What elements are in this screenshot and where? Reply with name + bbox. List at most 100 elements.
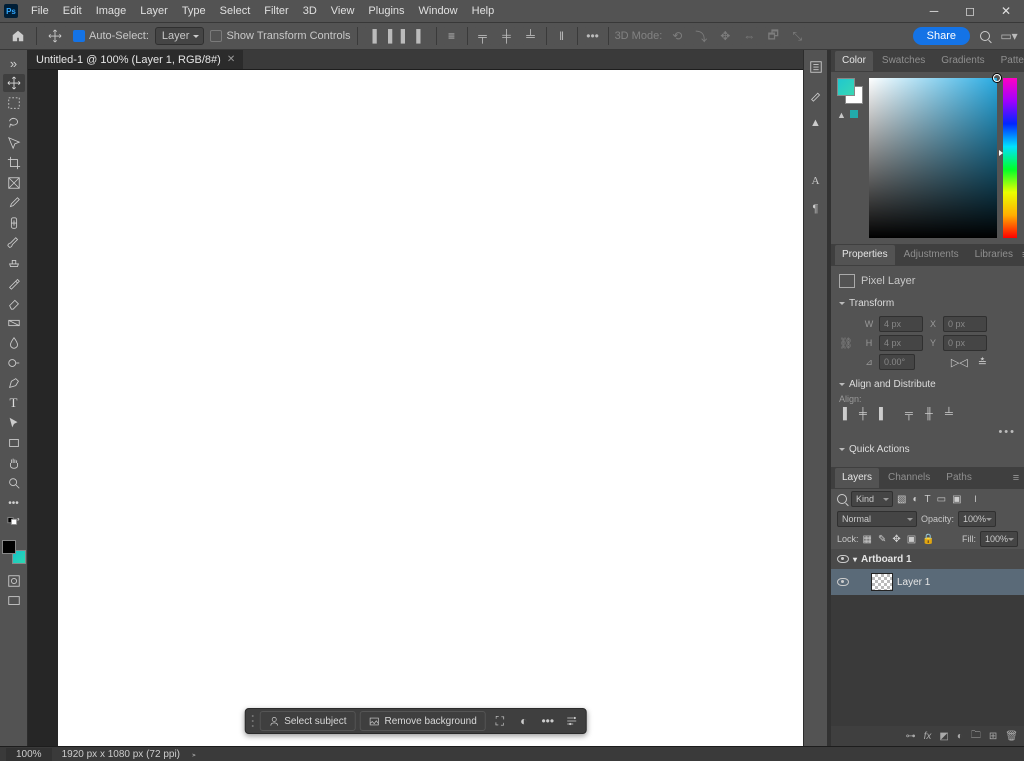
align-right-icon[interactable]: ▌	[412, 27, 430, 45]
eyedropper-tool[interactable]	[3, 194, 25, 212]
align-left-icon[interactable]: ▐	[839, 408, 853, 422]
filter-toggle-icon[interactable]: ⏽	[972, 494, 980, 505]
align-right-icon[interactable]: ▌	[879, 408, 893, 422]
new-layer-icon[interactable]: ⊞	[989, 731, 997, 742]
link-wh-icon[interactable]: ⛓	[839, 337, 853, 350]
align-hcenter-icon[interactable]: ╪	[859, 408, 873, 422]
gamut-warning-icon[interactable]: ▲	[837, 110, 846, 120]
auto-select-checkbox[interactable]	[73, 30, 85, 42]
layer-thumbnail[interactable]	[871, 573, 893, 591]
menu-window[interactable]: Window	[412, 0, 465, 22]
drag-handle-icon[interactable]	[249, 712, 255, 730]
menu-select[interactable]: Select	[213, 0, 258, 22]
flip-vertical-icon[interactable]: ≛	[978, 356, 987, 369]
auto-select-target-dropdown[interactable]: Layer	[155, 27, 205, 45]
tab-gradients[interactable]: Gradients	[934, 51, 991, 71]
new-group-icon[interactable]: 🗀	[971, 728, 981, 745]
mini-color-wells[interactable]: ▲	[837, 78, 863, 118]
document-info[interactable]: 1920 px x 1080 px (72 ppi)	[62, 749, 180, 760]
menu-image[interactable]: Image	[89, 0, 134, 22]
zoom-level-input[interactable]: 100%	[6, 748, 52, 761]
pen-tool[interactable]	[3, 374, 25, 392]
hue-slider[interactable]	[1003, 78, 1017, 238]
distribute-icon[interactable]: ≡	[443, 27, 461, 45]
home-button[interactable]	[6, 26, 30, 46]
more-icon[interactable]: •••	[538, 711, 558, 731]
align-bottom-icon[interactable]: ╧	[945, 408, 959, 422]
crop-tool[interactable]	[3, 154, 25, 172]
show-transform-checkbox[interactable]	[210, 30, 222, 42]
healing-tool[interactable]	[3, 214, 25, 232]
color-field-handle[interactable]	[993, 74, 1001, 82]
marquee-tool[interactable]	[3, 94, 25, 112]
minimize-button[interactable]: ─	[916, 0, 952, 22]
select-subject-button[interactable]: Select subject	[259, 711, 355, 731]
align-center-h-icon[interactable]: ▌▐	[388, 27, 406, 45]
mini-foreground-color[interactable]	[837, 78, 855, 96]
blur-tool[interactable]	[3, 334, 25, 352]
hue-slider-handle[interactable]	[999, 150, 1003, 156]
menu-edit[interactable]: Edit	[56, 0, 89, 22]
lock-position-icon[interactable]: ✥	[892, 534, 900, 545]
tab-libraries[interactable]: Libraries	[968, 245, 1020, 265]
lock-pixels-icon[interactable]: ✎	[878, 534, 886, 545]
tool-preset-picker[interactable]	[43, 26, 67, 46]
more-align-options-icon[interactable]: •••	[839, 426, 1016, 438]
clone-stamp-tool[interactable]	[3, 254, 25, 272]
layer-effects-icon[interactable]: fx	[924, 731, 932, 742]
web-color-icon[interactable]	[850, 110, 858, 118]
color-wells[interactable]	[2, 540, 26, 564]
paragraph-panel-icon[interactable]: ¶	[807, 200, 825, 218]
type-tool[interactable]: T	[3, 394, 25, 412]
quick-select-tool[interactable]	[3, 134, 25, 152]
flip-horizontal-icon[interactable]: ▷◁	[951, 356, 968, 369]
artboard-row[interactable]: ▾ Artboard 1	[831, 549, 1024, 569]
document-tab[interactable]: Untitled-1 @ 100% (Layer 1, RGB/8#) ✕	[28, 50, 243, 69]
opacity-input[interactable]: 100%	[958, 511, 996, 527]
hand-tool[interactable]	[3, 454, 25, 472]
frame-tool[interactable]	[3, 174, 25, 192]
menu-plugins[interactable]: Plugins	[361, 0, 411, 22]
layer-tree[interactable]: ▾ Artboard 1 Layer 1	[831, 549, 1024, 726]
close-button[interactable]: ✕	[988, 0, 1024, 22]
maximize-button[interactable]: ◻	[952, 0, 988, 22]
align-section-header[interactable]: Align and Distribute	[839, 373, 1016, 394]
transform-icon[interactable]: ⛶	[490, 711, 510, 731]
screenmode-icon[interactable]	[3, 592, 25, 610]
gamut-warning-icon[interactable]: ▲	[807, 114, 825, 132]
remove-background-button[interactable]: Remove background	[359, 711, 485, 731]
x-input[interactable]: 0 px	[943, 316, 987, 332]
brushes-panel-icon[interactable]	[807, 86, 825, 104]
width-input[interactable]: 4 px	[879, 316, 923, 332]
distribute-v-icon[interactable]: ‖	[553, 27, 571, 45]
align-vcenter-icon[interactable]: ╫	[925, 408, 939, 422]
align-left-icon[interactable]: ▐	[364, 27, 382, 45]
align-bottom-icon[interactable]: ╧	[522, 27, 540, 45]
layer-mask-icon[interactable]: ◩	[939, 731, 948, 742]
share-button[interactable]: Share	[913, 27, 970, 45]
zoom-tool[interactable]	[3, 474, 25, 492]
visibility-icon[interactable]	[837, 555, 849, 563]
tab-channels[interactable]: Channels	[881, 468, 937, 488]
foreground-color[interactable]	[2, 540, 16, 554]
quickmask-icon[interactable]	[3, 572, 25, 590]
lock-all-icon[interactable]: 🔒	[922, 534, 934, 545]
search-icon[interactable]	[976, 27, 994, 45]
dodge-tool[interactable]	[3, 354, 25, 372]
filter-shape-icon[interactable]: ▭	[937, 494, 946, 505]
lock-artboard-icon[interactable]: ▣	[907, 534, 916, 545]
filter-smart-icon[interactable]: ▣	[952, 494, 961, 505]
tab-paths[interactable]: Paths	[939, 468, 979, 488]
rotation-input[interactable]: 0.00°	[879, 354, 915, 370]
canvas-viewport[interactable]: Select subject Remove background ⛶ ◐ •••	[28, 70, 803, 746]
height-input[interactable]: 4 px	[879, 335, 923, 351]
tab-properties[interactable]: Properties	[835, 245, 895, 265]
history-panel-icon[interactable]	[807, 58, 825, 76]
quick-actions-section-header[interactable]: Quick Actions	[839, 438, 1016, 459]
lasso-tool[interactable]	[3, 114, 25, 132]
more-options-icon[interactable]: •••	[584, 27, 602, 45]
lock-transparency-icon[interactable]: ▦	[863, 534, 872, 545]
align-middle-v-icon[interactable]: ╪	[498, 27, 516, 45]
tab-layers[interactable]: Layers	[835, 468, 879, 488]
panel-menu-icon[interactable]: ≡	[1008, 472, 1024, 484]
